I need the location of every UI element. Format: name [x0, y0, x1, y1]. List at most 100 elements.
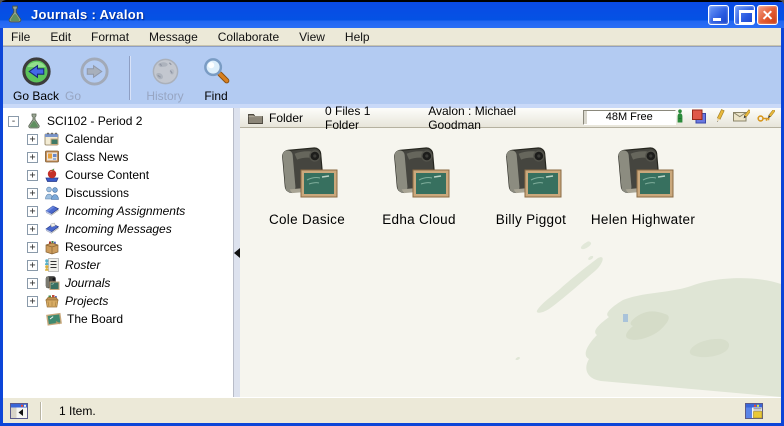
journal-icon — [274, 144, 340, 209]
journal-book-icon — [44, 275, 60, 291]
content-pane: Folder 0 Files 1 Folder Avalon : Michael… — [240, 108, 781, 397]
journal-icon — [610, 144, 676, 209]
tree-root-sci102[interactable]: - SCI102 - Period 2 — [3, 112, 233, 130]
tree-item-class-news[interactable]: + Class News — [3, 148, 233, 166]
menu-item-file[interactable]: File — [3, 28, 40, 45]
tree-item-label[interactable]: Incoming Assignments — [65, 204, 185, 218]
find-label: Find — [204, 89, 227, 103]
assignments-book-icon — [44, 203, 60, 219]
news-board-icon — [44, 149, 60, 165]
content-header-bar: Folder 0 Files 1 Folder Avalon : Michael… — [240, 108, 781, 128]
pencil-icon[interactable] — [714, 109, 726, 127]
journal-item-cole-dasice[interactable]: Cole Dasice — [254, 144, 360, 227]
expand-expander-icon[interactable]: + — [27, 206, 38, 217]
tree-item-label[interactable]: Journals — [65, 276, 110, 290]
tree-item-label[interactable]: Resources — [65, 240, 122, 254]
toolbar: Go Back Go Forward His — [3, 46, 781, 108]
tree-item-incoming-messages[interactable]: + Incoming Messages — [3, 220, 233, 238]
toolbar-separator — [129, 56, 130, 100]
journal-icon — [386, 144, 452, 209]
go-back-label: Go Back — [13, 89, 59, 103]
statusbar-separator — [40, 402, 41, 420]
journal-icon — [498, 144, 564, 209]
messages-book-icon — [44, 221, 60, 237]
mail-compose-icon[interactable] — [733, 109, 750, 126]
expand-expander-icon[interactable]: + — [27, 224, 38, 235]
journal-grid: Cole Dasice — [254, 144, 696, 227]
tree-item-resources[interactable]: + Resources — [3, 238, 233, 256]
layers-icon[interactable] — [691, 109, 707, 127]
journal-item-billy-piggot[interactable]: Billy Piggot — [478, 144, 584, 227]
tree-item-incoming-assignments[interactable]: + Incoming Assignments — [3, 202, 233, 220]
globe-icon — [150, 54, 181, 88]
layout-toggle-icon[interactable] — [745, 403, 763, 419]
menu-bar: File Edit Format Message Collaborate Vie… — [3, 28, 781, 46]
maximize-button[interactable] — [734, 5, 755, 25]
tree-item-label[interactable]: Roster — [65, 258, 100, 272]
expand-expander-icon[interactable]: + — [27, 152, 38, 163]
roster-list-icon — [44, 257, 60, 273]
menu-item-collaborate[interactable]: Collaborate — [208, 28, 289, 45]
flask-app-icon — [6, 5, 24, 23]
menu-item-view[interactable]: View — [289, 28, 335, 45]
journal-item-helen-highwater[interactable]: Helen Highwater — [590, 144, 696, 227]
expand-expander-icon[interactable]: + — [27, 242, 38, 253]
tree-item-course-content[interactable]: + Course Content — [3, 166, 233, 184]
find-button[interactable]: Find — [192, 54, 240, 103]
expand-expander-icon[interactable]: + — [27, 278, 38, 289]
folder-view[interactable]: Cole Dasice — [240, 128, 781, 397]
tree-item-the-board[interactable]: The Board — [3, 310, 233, 328]
map-watermark — [471, 222, 781, 397]
minimize-button[interactable] — [708, 5, 729, 25]
history-button[interactable]: History — [138, 54, 192, 103]
tree-item-label[interactable]: Discussions — [65, 186, 129, 200]
folder-type-label: Folder — [269, 111, 303, 125]
projects-basket-icon — [44, 293, 60, 309]
tree-item-roster[interactable]: + Roster — [3, 256, 233, 274]
key-compose-icon[interactable] — [757, 110, 775, 126]
tree-item-label[interactable]: Projects — [65, 294, 108, 308]
menu-item-help[interactable]: Help — [335, 28, 380, 45]
close-button[interactable] — [757, 5, 778, 25]
expand-expander-icon[interactable]: + — [27, 170, 38, 181]
history-label: History — [146, 89, 183, 103]
calendar-icon — [44, 131, 60, 147]
person-icon[interactable] — [676, 109, 684, 126]
tree-item-label[interactable]: Class News — [65, 150, 128, 164]
menu-item-edit[interactable]: Edit — [40, 28, 81, 45]
header-tools — [676, 109, 775, 127]
journal-label[interactable]: Edha Cloud — [382, 212, 456, 227]
tree-item-projects[interactable]: + Projects — [3, 292, 233, 310]
tree-item-label[interactable]: Course Content — [65, 168, 149, 182]
tree-item-journals[interactable]: + Journals — [3, 274, 233, 292]
apple-books-icon — [44, 167, 60, 183]
app-window: Journals : Avalon File Edit Format Messa… — [0, 0, 784, 426]
expand-expander-icon[interactable]: + — [27, 260, 38, 271]
menu-item-message[interactable]: Message — [139, 28, 208, 45]
collapse-expander-icon[interactable]: - — [8, 116, 19, 127]
journal-item-edha-cloud[interactable]: Edha Cloud — [366, 144, 472, 227]
go-back-button[interactable]: Go Back — [7, 54, 65, 103]
tree-item-label[interactable]: The Board — [67, 312, 123, 326]
expand-expander-icon[interactable]: + — [27, 134, 38, 145]
journal-label[interactable]: Helen Highwater — [591, 212, 695, 227]
expand-expander-icon[interactable]: + — [27, 296, 38, 307]
menu-item-format[interactable]: Format — [81, 28, 139, 45]
sidebar-toggle-icon[interactable] — [10, 403, 28, 419]
tree-item-discussions[interactable]: + Discussions — [3, 184, 233, 202]
expand-expander-icon[interactable]: + — [27, 188, 38, 199]
journal-label[interactable]: Billy Piggot — [496, 212, 566, 227]
flask-icon — [26, 113, 42, 129]
sidebar-splitter[interactable] — [233, 108, 240, 397]
free-space-meter: 48M Free — [583, 110, 676, 125]
journal-label[interactable]: Cole Dasice — [269, 212, 345, 227]
magnifier-icon — [201, 54, 232, 88]
title-bar[interactable]: Journals : Avalon — [0, 0, 784, 28]
tree-root-label[interactable]: SCI102 - Period 2 — [47, 114, 142, 128]
main-area: - SCI102 - Period 2 + Calendar + Class N… — [3, 108, 781, 397]
back-arrow-icon — [21, 54, 52, 88]
tree-item-label[interactable]: Calendar — [65, 132, 114, 146]
tree-item-calendar[interactable]: + Calendar — [3, 130, 233, 148]
folder-icon — [248, 112, 263, 124]
tree-item-label[interactable]: Incoming Messages — [65, 222, 172, 236]
